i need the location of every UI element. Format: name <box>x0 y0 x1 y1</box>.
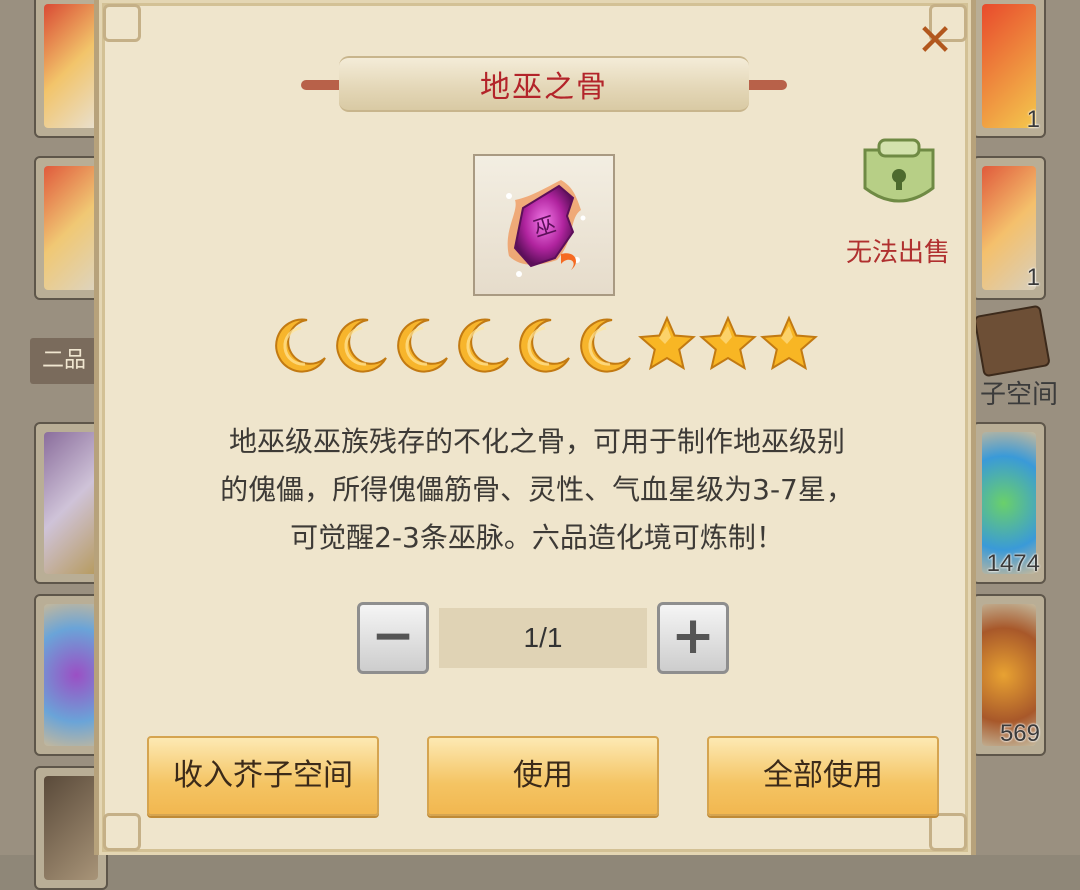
moon-icon <box>576 314 636 374</box>
item-count: 1 <box>1026 264 1040 291</box>
star-icon <box>637 314 697 374</box>
decrease-quantity-button[interactable]: − <box>357 602 429 674</box>
use-all-button[interactable]: 全部使用 <box>707 736 939 816</box>
description-line: 可觉醒2-3条巫脉。六品造化境可炼制！ <box>290 521 784 554</box>
item-icon-frame: 巫 <box>473 154 615 296</box>
item-rating <box>271 314 821 374</box>
store-to-space-button[interactable]: 收入芥子空间 <box>147 736 379 816</box>
item-count: 569 <box>999 720 1040 747</box>
increase-quantity-button[interactable]: + <box>657 602 729 674</box>
moon-icon <box>393 314 453 374</box>
star-icon <box>698 314 758 374</box>
close-icon[interactable]: ✕ <box>915 19 955 63</box>
item-title: 地巫之骨 <box>480 70 608 105</box>
title-banner: 地巫之骨 <box>301 56 787 112</box>
moon-icon <box>271 314 331 374</box>
title-scroll: 地巫之骨 <box>339 56 749 112</box>
moon-icon <box>332 314 392 374</box>
item-count: 1 <box>1026 106 1040 133</box>
moon-icon <box>515 314 575 374</box>
item-count: 1474 <box>986 550 1040 577</box>
item-detail-dialog: ✕ 地巫之骨 巫 无法出售 地巫级巫族残存的不化之骨，可用于制作地巫级别 的傀儡… <box>94 0 976 855</box>
background-inventory-right: 1 1 子空间 1474 569 <box>970 0 1080 855</box>
description-line: 地巫级巫族残存的不化之骨，可用于制作地巫级别 <box>228 425 845 458</box>
description-line: 的傀儡，所得傀儡筋骨、灵性、气血星级为3-7星， <box>220 473 854 506</box>
dialog-corner-ornament <box>103 813 141 851</box>
space-tab-label[interactable]: 子空间 <box>980 374 1058 411</box>
purple-bone-rune-icon: 巫 <box>506 180 586 277</box>
quantity-display: 1/1 <box>439 608 647 668</box>
item-description: 地巫级巫族残存的不化之骨，可用于制作地巫级别 的傀儡，所得傀儡筋骨、灵性、气血星… <box>139 418 935 562</box>
dialog-corner-ornament <box>929 813 967 851</box>
lock-icon <box>859 136 939 216</box>
use-button[interactable]: 使用 <box>427 736 659 816</box>
cannot-sell-label: 无法出售 <box>845 238 950 268</box>
chest-icon[interactable] <box>973 304 1051 378</box>
moon-icon <box>454 314 514 374</box>
star-icon <box>759 314 819 374</box>
dialog-corner-ornament <box>103 4 141 42</box>
